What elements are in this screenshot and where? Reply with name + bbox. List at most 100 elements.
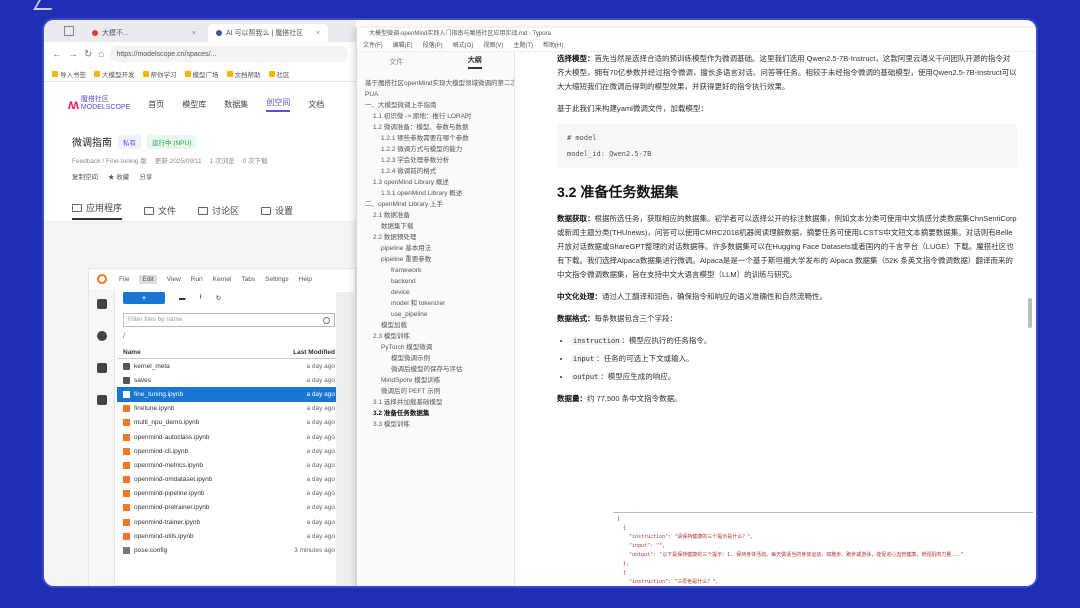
- file-row[interactable]: openmind-metrics.ipynb a day ago: [117, 458, 341, 472]
- menu-item[interactable]: 文件(F): [363, 40, 383, 51]
- share-button[interactable]: 分享: [139, 171, 152, 181]
- menu-view[interactable]: View: [167, 276, 181, 283]
- file-row[interactable]: openmind-cli.ipynb a day ago: [117, 444, 341, 458]
- file-row[interactable]: saves a day ago: [117, 373, 341, 387]
- browser-tab-active[interactable]: AI 可以帮我么 | 魔搭社区 ×: [208, 24, 328, 42]
- menu-file[interactable]: File: [119, 276, 129, 283]
- outline-item[interactable]: device: [357, 287, 514, 298]
- menu-item[interactable]: 编辑(E): [393, 40, 413, 51]
- bookmark-item[interactable]: 导入书签: [52, 69, 86, 79]
- outline-item[interactable]: 数据集下载: [357, 221, 514, 232]
- bookmark-item[interactable]: 帮你学习: [142, 69, 177, 79]
- menu-kernel[interactable]: Kernel: [213, 276, 232, 283]
- outline-item[interactable]: 一、大模型微调上手指南: [357, 100, 514, 111]
- file-row[interactable]: fine_tuning.ipynb a day ago: [117, 387, 341, 402]
- menu-edit[interactable]: Edit: [139, 274, 157, 284]
- close-icon[interactable]: ×: [192, 30, 196, 37]
- file-row[interactable]: openmind-pipeline.ipynb a day ago: [117, 487, 341, 501]
- file-row[interactable]: openmind-omdataset.ipynb a day ago: [117, 473, 341, 487]
- menu-item[interactable]: 格式(O): [453, 40, 474, 51]
- col-name[interactable]: Name: [123, 349, 141, 356]
- bookmark-item[interactable]: 文档帮助: [226, 69, 261, 79]
- reload-icon[interactable]: ↻: [84, 49, 92, 60]
- refresh-icon[interactable]: ↻: [216, 294, 221, 302]
- nav-home[interactable]: 首页: [148, 99, 164, 110]
- menu-item[interactable]: 主题(T): [513, 40, 533, 51]
- favorite-button[interactable]: ★ 收藏: [108, 171, 129, 181]
- tab-files[interactable]: 文件: [389, 57, 403, 67]
- nav-spaces[interactable]: 创空间: [266, 97, 291, 112]
- menu-item[interactable]: 视图(V): [483, 40, 503, 51]
- outline-item[interactable]: 模型微调示例: [357, 353, 514, 364]
- nav-models[interactable]: 模型库: [182, 99, 206, 110]
- outline-item[interactable]: MindSpore 模型训练: [357, 375, 514, 386]
- outline-item[interactable]: 1.2.3 学会处理参数分析: [357, 155, 514, 166]
- outline-item[interactable]: 二、openMind Library 上手: [357, 199, 514, 210]
- outline-item[interactable]: 2.2 数据预处理: [357, 232, 514, 243]
- back-arrow-icon[interactable]: ←: [52, 49, 62, 60]
- outline-item[interactable]: 3.1 选择并加载基础模型: [357, 397, 514, 408]
- upload-icon[interactable]: ⭱: [200, 293, 202, 304]
- puzzle-icon[interactable]: [96, 395, 107, 405]
- nav-docs[interactable]: 文档: [308, 99, 324, 110]
- outline-item[interactable]: 2.1 数据准备: [357, 210, 514, 221]
- outline-item[interactable]: 2.3 模型训练: [357, 331, 514, 342]
- browser-tab[interactable]: 大模不... ×: [84, 24, 204, 42]
- outline-item[interactable]: 3.2 准备任务数据集: [357, 408, 514, 419]
- tab-settings[interactable]: 设置: [261, 201, 293, 220]
- forward-arrow-icon[interactable]: →: [68, 49, 78, 60]
- outline-item[interactable]: 1.1 初识微 -> 原地：推行 LORA时: [357, 111, 514, 122]
- outline-item[interactable]: backend: [357, 276, 514, 287]
- menu-help[interactable]: Help: [299, 276, 312, 283]
- outline-item[interactable]: PUA: [357, 89, 514, 100]
- menu-item[interactable]: 帮助(H): [543, 40, 563, 51]
- tab-discussion[interactable]: 讨论区: [198, 201, 239, 220]
- menu-item[interactable]: 段落(P): [423, 40, 443, 51]
- file-row[interactable]: openmind-utils.ipynb a day ago: [117, 529, 341, 543]
- new-launcher-button[interactable]: +: [123, 292, 165, 304]
- bookmark-item[interactable]: 模型广场: [184, 69, 219, 79]
- window-menu-icon[interactable]: [64, 26, 74, 36]
- outline-item[interactable]: 1.3.1 openMind Library 概述: [357, 188, 514, 199]
- outline-item[interactable]: pipeline 基本用法: [357, 243, 514, 254]
- scrollbar[interactable]: [336, 292, 354, 586]
- menu-tabs[interactable]: Tabs: [241, 276, 255, 283]
- file-row[interactable]: pose.config 3 minutes ago: [117, 543, 341, 557]
- outline-item[interactable]: 1.2 微调准备：模型、参数与数据: [357, 122, 514, 133]
- filter-input[interactable]: Filter files by name: [123, 313, 335, 327]
- outline-item[interactable]: 1.2.1 哪些参数需要在哪个参数: [357, 133, 514, 144]
- outline-item[interactable]: 模型加载: [357, 320, 514, 331]
- code-block[interactable]: # model model_id: Qwen2.5-7B: [557, 124, 1017, 168]
- modelscope-logo[interactable]: ʍ 魔搭社区 MODELSCOPE: [68, 96, 130, 112]
- home-icon[interactable]: ⌂: [98, 49, 104, 60]
- col-modified[interactable]: Last Modified: [293, 349, 335, 356]
- outline-item[interactable]: model 和 tokenizer: [357, 298, 514, 309]
- bookmark-item[interactable]: 社区: [268, 69, 290, 79]
- running-icon[interactable]: [96, 331, 107, 341]
- outline-item[interactable]: framework: [357, 265, 514, 276]
- copy-space-button[interactable]: 复制空间: [72, 171, 98, 181]
- outline-item[interactable]: use_pipeline: [357, 309, 514, 320]
- file-row[interactable]: openmind-autoclass.ipynb a day ago: [117, 430, 341, 444]
- file-row[interactable]: finetune.ipynb a day ago: [117, 402, 341, 416]
- file-row[interactable]: openmind-trainer.ipynb a day ago: [117, 515, 341, 529]
- outline-item[interactable]: pipeline 重要参数: [357, 254, 514, 265]
- scrollbar[interactable]: [1028, 298, 1032, 328]
- outline-item[interactable]: 1.2.4 微调前的格式: [357, 166, 514, 177]
- outline-item[interactable]: PyTorch 模型微调: [357, 342, 514, 353]
- new-folder-icon[interactable]: ▬: [179, 295, 186, 302]
- file-row[interactable]: openmind-pretrainer.ipynb a day ago: [117, 501, 341, 515]
- tab-app[interactable]: 应用程序: [72, 201, 123, 220]
- bookmark-item[interactable]: 大模型开发: [94, 69, 135, 79]
- breadcrumb[interactable]: /: [117, 333, 341, 347]
- tab-outline[interactable]: 大纲: [467, 55, 482, 69]
- menu-run[interactable]: Run: [191, 276, 203, 283]
- file-row[interactable]: multi_npu_demo.ipynb a day ago: [117, 416, 341, 430]
- json-code-block[interactable]: [ { "instruction": "请保持健康的三个提示是什么？", "in…: [613, 512, 1033, 586]
- menu-settings[interactable]: Settings: [265, 276, 289, 283]
- commands-icon[interactable]: [96, 363, 107, 373]
- outline-item[interactable]: 1.2.2 微调方式与模型的能力: [357, 144, 514, 155]
- outline-item[interactable]: 1.3 openMind Library 概述: [357, 177, 514, 188]
- folder-icon[interactable]: [96, 299, 107, 309]
- outline-item[interactable]: 微调后的 PEFT 示例: [357, 386, 514, 397]
